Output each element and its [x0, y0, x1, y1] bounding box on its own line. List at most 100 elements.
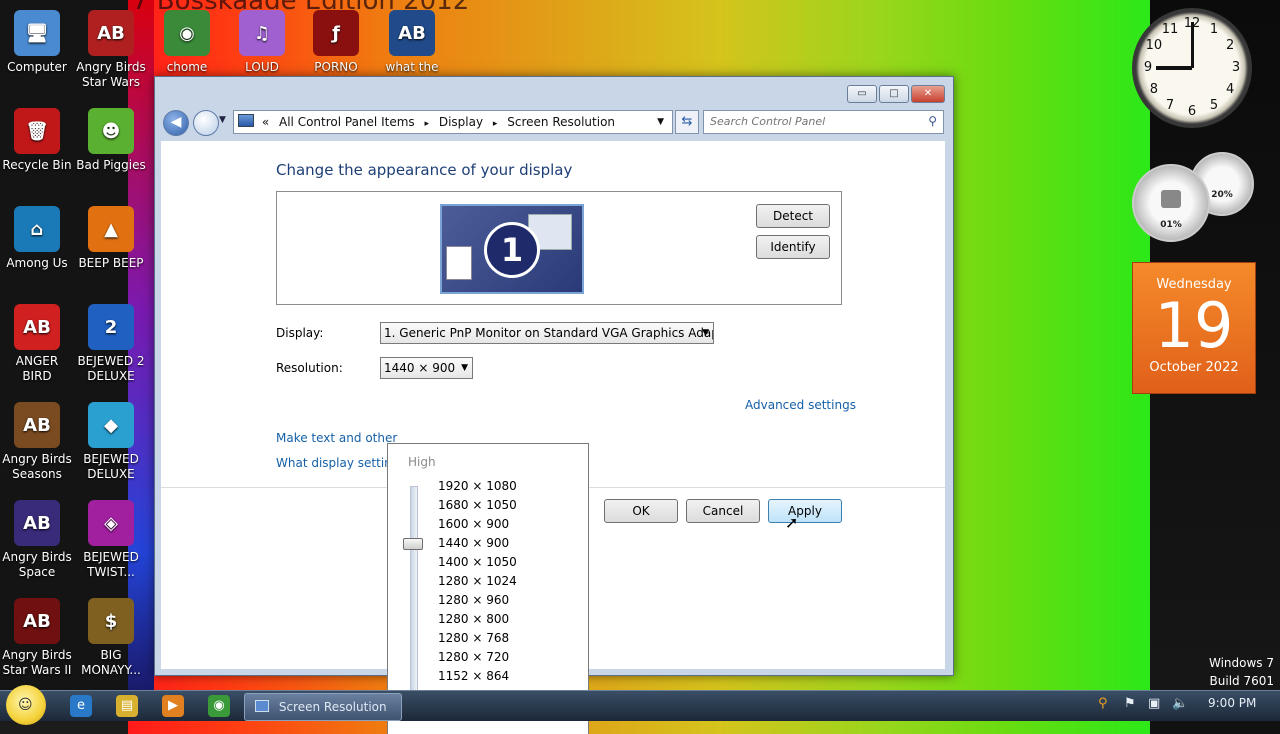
desktop-icon[interactable]: ♫ LOUD [225, 10, 299, 75]
desktop-icon-label: Angry Birds Seasons [2, 452, 72, 481]
control-panel-small-icon [255, 700, 269, 712]
maximize-button[interactable]: □ [879, 85, 909, 103]
desktop-icon[interactable]: ☻ Bad Piggies [74, 108, 148, 173]
back-button[interactable]: ◀ [163, 110, 189, 136]
chevron-down-icon: ▼ [702, 328, 709, 338]
clock-number: 7 [1165, 98, 1175, 114]
breadcrumb-separator-icon: ▸ [492, 119, 498, 129]
desktop-icon[interactable]: $ BIG MONAYY... [74, 598, 148, 678]
angry-birds-seasons-icon: AB [14, 402, 60, 448]
desktop-icon[interactable]: 🗑 Recycle Bin [0, 108, 74, 173]
resolution-slider-thumb[interactable] [403, 538, 423, 550]
search-icon[interactable]: ⚲ [928, 114, 937, 128]
display-label: Display: [276, 326, 324, 340]
resolution-option[interactable]: 1280 × 720 [438, 650, 509, 664]
resolution-slider-track[interactable] [410, 486, 418, 714]
recent-pages-icon[interactable]: ▼ [219, 115, 226, 125]
window-titlebar[interactable]: ▭ □ ✕ [155, 77, 953, 107]
desktop-icon-label: Angry Birds Space [2, 550, 72, 579]
desktop-icon[interactable]: ƒ PORNO [299, 10, 373, 75]
desktop-icon[interactable]: ◈ BEJEWED TWIST... [74, 500, 148, 580]
clock-number: 5 [1209, 98, 1219, 114]
resolution-option[interactable]: 1280 × 960 [438, 593, 509, 607]
make-text-larger-link[interactable]: Make text and other [276, 431, 397, 445]
address-dropdown-icon[interactable]: ▼ [657, 111, 664, 133]
desktop-icon[interactable]: AB Angry Birds Star Wars II [0, 598, 74, 678]
detect-button[interactable]: Detect [756, 204, 830, 228]
desktop-icon[interactable]: ⌂ Among Us [0, 206, 74, 271]
search-input[interactable] [704, 111, 920, 131]
taskbar-button-label: Screen Resolution [278, 700, 387, 714]
file-explorer-icon[interactable]: ▤ [116, 695, 138, 717]
desktop-icon[interactable]: 🖥 Computer [0, 10, 74, 75]
money-bag-icon: $ [88, 598, 134, 644]
resolution-option[interactable]: 1680 × 1050 [438, 498, 517, 512]
taskbar-clock[interactable]: 9:00 PM [1208, 696, 1256, 710]
network-icon[interactable]: ▣ [1148, 696, 1160, 711]
close-button[interactable]: ✕ [911, 85, 945, 103]
desktop-icon[interactable]: AB Angry Birds Space [0, 500, 74, 580]
resolution-select[interactable]: 1440 × 900 ▼ [380, 357, 473, 379]
internet-explorer-icon[interactable]: e [70, 695, 92, 717]
taskbar-button-screen-resolution[interactable]: Screen Resolution [244, 693, 402, 721]
breadcrumb-all-control-panel-items[interactable]: All Control Panel Items [279, 115, 415, 129]
resolution-option[interactable]: 1280 × 1024 [438, 574, 517, 588]
desktop-icon[interactable]: AB Angry Birds Seasons [0, 402, 74, 482]
navigation-bar: ◀ ▼ « All Control Panel Items ▸ Display … [155, 107, 953, 137]
apply-button[interactable]: Apply [768, 499, 842, 523]
mouse-cursor-icon: ➚ [785, 513, 799, 532]
display-settings-help-link[interactable]: What display setting [276, 456, 399, 470]
resolution-option[interactable]: 1400 × 1050 [438, 555, 517, 569]
resolution-option[interactable]: 1920 × 1080 [438, 479, 517, 493]
ok-button[interactable]: OK [604, 499, 678, 523]
cancel-button[interactable]: Cancel [686, 499, 760, 523]
refresh-icon: ⇆ [681, 114, 693, 129]
address-bar[interactable]: « All Control Panel Items ▸ Display ▸ Sc… [233, 110, 673, 134]
watermark-line2: Build 7601 [1209, 674, 1274, 688]
resolution-option[interactable]: 1280 × 800 [438, 612, 509, 626]
resolution-option[interactable]: 1440 × 900 [438, 536, 509, 550]
start-button[interactable]: ☺ [6, 685, 46, 725]
calendar-gadget[interactable]: Wednesday 19 October 2022 [1132, 262, 1256, 394]
resolution-option[interactable]: 1600 × 900 [438, 517, 509, 531]
search-box[interactable]: ⚲ [703, 110, 944, 134]
cpu-meter-gauge[interactable]: 01% [1132, 164, 1210, 242]
resolution-option[interactable]: 1280 × 768 [438, 631, 509, 645]
chrome-taskbar-icon[interactable]: ◉ [208, 695, 230, 717]
page-title: Change the appearance of your display [276, 161, 573, 179]
breadcrumb-display[interactable]: Display [439, 115, 483, 129]
monitor-1-preview[interactable]: 1 [440, 204, 584, 294]
volume-icon[interactable]: 🔈 [1172, 696, 1188, 711]
display-select[interactable]: 1. Generic PnP Monitor on Standard VGA G… [380, 322, 714, 344]
forward-button[interactable] [193, 110, 219, 136]
action-center-flag-icon[interactable]: ⚑ [1124, 696, 1136, 711]
resolution-label: Resolution: [276, 361, 343, 375]
resolution-option[interactable]: 1152 × 864 [438, 669, 509, 683]
desktop-icon[interactable]: AB Angry Birds Star Wars [74, 10, 148, 90]
breadcrumb-screen-resolution[interactable]: Screen Resolution [507, 115, 615, 129]
desktop-icon-label: BEJEWED TWIST... [83, 550, 139, 579]
chrome-icon: ◉ [164, 10, 210, 56]
desktop-icon[interactable]: ▲ BEEP BEEP [74, 206, 148, 271]
desktop-icon[interactable]: 2 BEJEWED 2 DELUXE [74, 304, 148, 384]
desktop-icon[interactable]: ◆ BEJEWED DELUXE [74, 402, 148, 482]
desktop-icon[interactable]: AB what the [375, 10, 449, 75]
desktop-icon-label: BEEP BEEP [78, 256, 144, 270]
desktop-icon-label: what the [385, 60, 439, 74]
angry-birds-space-2-icon: AB [14, 500, 60, 546]
search-tray-icon[interactable]: ⚲ [1098, 696, 1108, 711]
screen-resolution-window: ▭ □ ✕ ◀ ▼ « All Control Panel Items ▸ Di… [154, 76, 954, 734]
identify-button[interactable]: Identify [756, 235, 830, 259]
media-player-icon[interactable]: ▶ [162, 695, 184, 717]
advanced-settings-link[interactable]: Advanced settings [745, 398, 856, 412]
desktop-icon[interactable]: ◉ chome [150, 10, 224, 75]
desktop-icon-label: Angry Birds Star Wars II [2, 648, 72, 677]
display-preview-area: 1 Detect Identify [276, 191, 842, 305]
clock-gadget[interactable]: 121234567891011 [1132, 8, 1256, 132]
refresh-button[interactable]: ⇆ [675, 110, 699, 134]
calendar-month-year: October 2022 [1149, 360, 1239, 375]
minimize-button[interactable]: ▭ [847, 85, 877, 103]
desktop-icon-label: PORNO [314, 60, 358, 74]
flash-icon: ƒ [313, 10, 359, 56]
desktop-icon[interactable]: AB ANGER BIRD [0, 304, 74, 384]
